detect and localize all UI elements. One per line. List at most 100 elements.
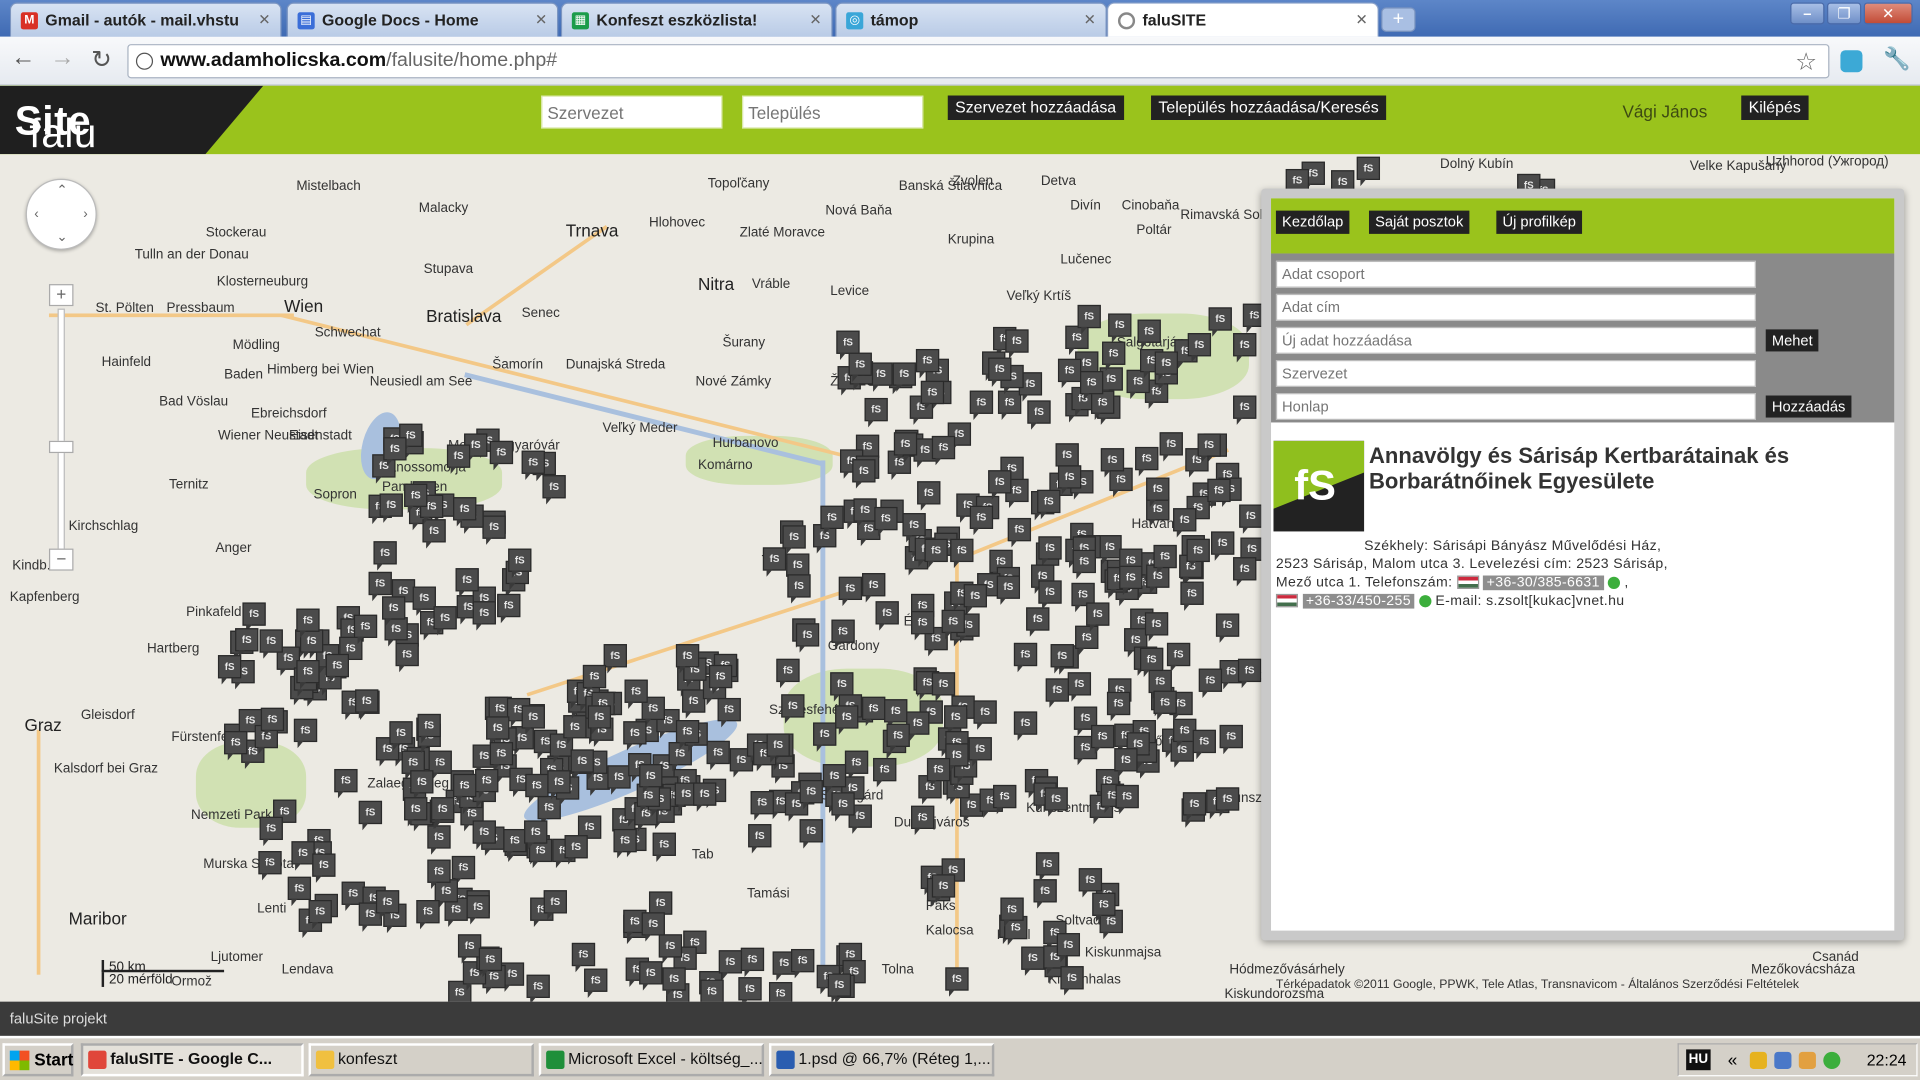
organization-marker-icon[interactable]: fS [395,642,419,673]
tray-app-icon[interactable] [1749,1051,1767,1069]
organization-marker-icon[interactable]: fS [675,720,700,750]
organization-marker-icon[interactable]: fS [358,800,383,831]
organization-marker-icon[interactable]: fS [795,623,820,653]
organization-marker-icon[interactable]: fS [478,947,503,978]
organization-marker-icon[interactable]: fS [1237,658,1262,689]
organization-marker-icon[interactable]: fS [924,538,948,569]
organization-marker-icon[interactable]: fS [682,689,706,719]
organization-marker-icon[interactable]: fS [718,950,743,980]
organization-marker-icon[interactable]: fS [312,853,336,883]
organization-marker-icon[interactable]: fS [427,859,451,889]
tab-gmail[interactable]: M Gmail - autók - mail.vhstu ✕ [9,2,282,37]
organization-marker-icon[interactable]: fS [1144,612,1169,642]
organization-marker-icon[interactable]: fS [1050,644,1074,674]
organization-marker-icon[interactable]: fS [260,707,285,738]
organization-marker-icon[interactable]: fS [1005,329,1029,359]
data-group-field[interactable] [1275,260,1756,288]
organization-marker-icon[interactable]: fS [217,655,242,685]
organization-marker-icon[interactable]: fS [1233,333,1257,363]
clock[interactable]: 22:24 [1867,1044,1907,1075]
organization-marker-icon[interactable]: fS [1208,307,1232,337]
organization-marker-icon[interactable]: fS [700,979,724,1002]
organization-marker-icon[interactable]: fS [873,757,897,788]
back-arrow-icon[interactable]: ← [7,44,39,72]
organization-marker-icon[interactable]: fS [368,571,392,602]
organization-marker-icon[interactable]: fS [1148,669,1172,700]
organization-marker-icon[interactable]: fS [844,750,869,781]
organization-marker-icon[interactable]: fS [453,497,477,527]
organization-marker-icon[interactable]: fS [852,459,876,489]
go-button[interactable]: Mehet [1765,329,1819,352]
organization-marker-icon[interactable]: fS [945,967,969,997]
organization-marker-icon[interactable]: fS [508,548,532,578]
organization-marker-icon[interactable]: fS [1106,691,1131,722]
organization-marker-icon[interactable]: fS [453,773,477,804]
organization-marker-icon[interactable]: fS [1239,504,1263,534]
falusite-logo[interactable]: falu Site [0,85,264,155]
organization-marker-icon[interactable]: fS [1198,668,1223,698]
close-icon[interactable]: ✕ [258,11,270,28]
organization-marker-icon[interactable]: fS [813,722,837,752]
organization-marker-icon[interactable]: fS [587,705,612,735]
security-icon[interactable] [1823,1051,1841,1069]
organization-marker-icon[interactable]: fS [748,824,772,854]
bookmark-star-icon[interactable]: ☆ [1795,47,1817,78]
organization-marker-icon[interactable]: fS [1154,351,1178,381]
maximize-icon[interactable]: ❐ [1826,2,1862,25]
organization-marker-icon[interactable]: fS [1026,607,1050,637]
organization-marker-icon[interactable]: fS [911,805,935,836]
organization-marker-icon[interactable]: fS [820,505,844,536]
zoom-out-button[interactable]: − [48,548,74,571]
organization-marker-icon[interactable]: fS [893,432,918,462]
organization-marker-icon[interactable]: fS [1153,544,1177,575]
organization-marker-icon[interactable]: fS [404,483,428,514]
organization-marker-icon[interactable]: fS [293,718,318,749]
organization-marker-icon[interactable]: fS [412,586,436,616]
organization-marker-icon[interactable]: fS [404,797,428,827]
tab-konfeszt[interactable]: ▦ Konfeszt eszközlista! ✕ [560,2,833,37]
organization-marker-icon[interactable]: fS [988,470,1012,500]
home-button[interactable]: Kezdőlap [1275,210,1350,234]
organization-marker-icon[interactable]: fS [648,891,673,921]
organization-marker-icon[interactable]: fS [1038,580,1062,610]
organization-marker-icon[interactable]: fS [884,699,908,729]
organization-marker-icon[interactable]: fS [1098,535,1122,565]
organization-marker-icon[interactable]: fS [886,723,910,754]
organization-marker-icon[interactable]: fS [373,541,397,571]
organization-marker-icon[interactable]: fS [911,611,935,641]
organization-marker-icon[interactable]: fS [584,968,608,998]
organization-marker-icon[interactable]: fS [526,974,550,1002]
taskbar-item-folder[interactable]: konfeszt [308,1043,534,1077]
organization-marker-icon[interactable]: fS [242,602,266,632]
pan-up-icon[interactable]: ⌃ [56,182,67,199]
organization-marker-icon[interactable]: fS [1173,508,1197,538]
zoom-in-button[interactable]: + [48,284,74,307]
organization-field[interactable] [1275,360,1756,387]
reload-icon[interactable]: ↻ [86,44,118,75]
organization-marker-icon[interactable]: fS [570,749,594,779]
organization-marker-icon[interactable]: fS [831,792,855,822]
organization-marker-icon[interactable]: fS [993,784,1017,815]
organization-marker-icon[interactable]: fS [766,733,790,763]
organization-marker-icon[interactable]: fS [1080,371,1104,401]
phone-number[interactable]: +36-33/450-255 [1302,593,1415,609]
taskbar-item-excel[interactable]: Microsoft Excel - költség_... [538,1043,765,1077]
taskbar-item-chrome[interactable]: faluSITE - Google C... [80,1043,304,1077]
organization-marker-icon[interactable]: fS [1140,647,1164,678]
organization-marker-icon[interactable]: fS [334,768,358,799]
organization-marker-icon[interactable]: fS [836,330,860,361]
organization-marker-icon[interactable]: fS [717,697,741,728]
organization-marker-icon[interactable]: fS [582,664,607,695]
organization-marker-icon[interactable]: fS [1067,672,1092,702]
organization-marker-icon[interactable]: fS [652,832,676,863]
organization-marker-icon[interactable]: fS [1146,477,1170,507]
organization-marker-icon[interactable]: fS [639,764,663,794]
organization-marker-icon[interactable]: fS [708,664,733,695]
language-indicator[interactable]: HU [1686,1049,1711,1071]
organization-marker-icon[interactable]: fS [1100,448,1125,478]
organization-marker-icon[interactable]: fS [1108,313,1132,343]
organization-marker-icon[interactable]: fS [375,890,400,920]
organization-marker-icon[interactable]: fS [750,791,774,821]
call-icon[interactable] [1607,576,1621,589]
phone-number[interactable]: +36-30/385-6631 [1482,575,1604,591]
